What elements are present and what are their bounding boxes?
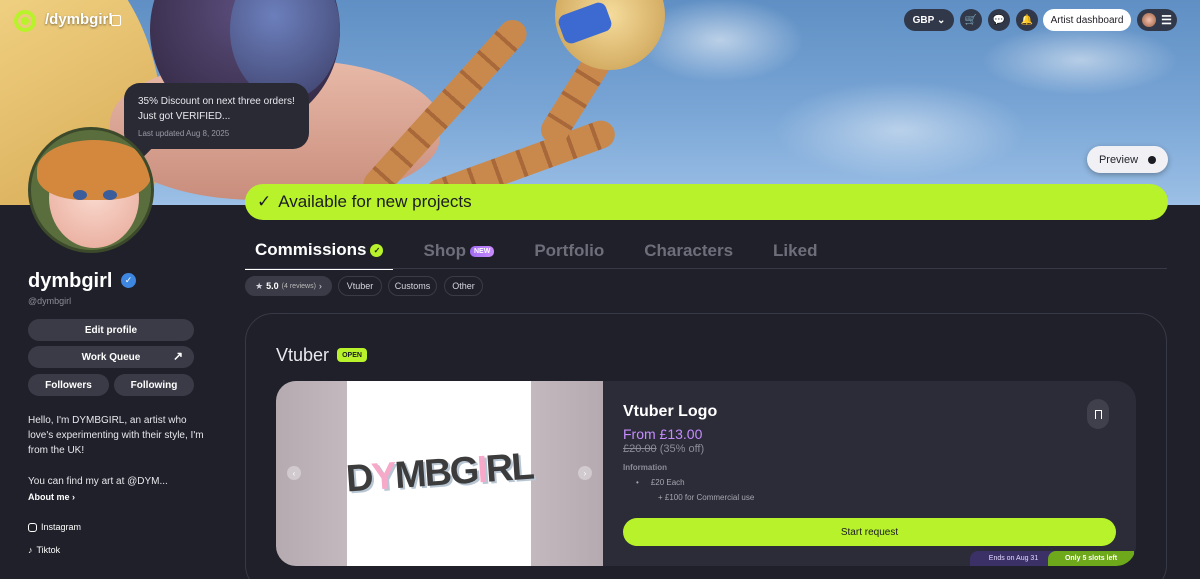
preview-label: Preview xyxy=(1098,153,1139,166)
user-menu-button[interactable]: ☰ xyxy=(1137,9,1177,31)
work-queue-label: Work Queue xyxy=(81,351,141,363)
tab-characters[interactable]: Characters xyxy=(634,240,743,270)
site-logo-icon[interactable] xyxy=(14,10,36,32)
dymbgirl-logo-artwork: DYMBGIRL xyxy=(344,445,534,501)
filter-chip-other[interactable]: Other xyxy=(444,276,483,296)
about-me-label: About me xyxy=(28,492,70,502)
tab-label: Commissions xyxy=(255,240,367,259)
list-item: £20 Each xyxy=(636,475,754,490)
card-old-price: £20.00 (35% off) xyxy=(623,443,704,455)
bookmark-button[interactable] xyxy=(1087,399,1109,429)
card-title: Vtuber Logo xyxy=(623,403,718,420)
availability-banner: ✓ Available for new projects xyxy=(245,184,1168,220)
work-queue-button[interactable]: Work Queue ↗ xyxy=(28,346,194,368)
start-request-button[interactable]: Start request xyxy=(623,518,1116,546)
rating-chip[interactable]: ★ 5.0 (4 reviews) › xyxy=(245,276,332,296)
tiktok-icon: ♪ xyxy=(28,545,33,555)
profile-avatar xyxy=(28,127,154,253)
card-image[interactable]: DYMBGIRL xyxy=(344,381,534,566)
chat-icon[interactable]: 💬 xyxy=(988,9,1010,31)
profile-handle: @dymbgirl xyxy=(28,296,72,306)
list-item: + £100 for Commercial use xyxy=(658,493,755,502)
external-arrow-icon: ↗ xyxy=(172,349,183,363)
info-label: Information xyxy=(623,463,667,472)
verified-icon: ✓ xyxy=(121,273,136,288)
about-me-link[interactable]: About me › xyxy=(28,492,75,502)
tiktok-link[interactable]: ♪ Tiktok xyxy=(28,545,60,555)
tab-label: Characters xyxy=(644,241,734,260)
instagram-icon xyxy=(28,522,37,532)
availability-text: Available for new projects xyxy=(278,192,472,211)
info-list: £20 Each + £100 for Commercial use xyxy=(636,475,754,505)
tabs-divider xyxy=(245,268,1167,269)
tab-label: Liked xyxy=(773,241,818,260)
copy-icon[interactable] xyxy=(111,15,121,26)
original-price: £20.00 xyxy=(623,443,657,455)
edit-profile-button[interactable]: Edit profile xyxy=(28,319,194,341)
page-handle: /dymbgirl xyxy=(45,11,113,28)
verified-check-icon: ✓ xyxy=(370,243,384,257)
profile-name: dymbgirl xyxy=(28,270,113,292)
card-price: From £13.00 xyxy=(623,426,703,442)
rating-value: 5.0 xyxy=(266,281,279,291)
bio-text-more: You can find my art at @DYM... xyxy=(28,476,168,487)
commission-card[interactable]: DYMBGIRL ‹ › Vtuber Logo From £13.00 £20… xyxy=(276,381,1136,566)
carousel-prev-icon[interactable]: ‹ xyxy=(287,466,301,480)
notification-bell-icon[interactable]: 🔔 xyxy=(1016,9,1038,31)
new-badge: NEW xyxy=(469,245,495,257)
section-title: Vtuber xyxy=(276,345,330,365)
status-updated: Last updated Aug 8, 2025 xyxy=(138,129,230,138)
currency-select[interactable]: GBP ⌄ xyxy=(904,9,954,31)
preview-dot-icon xyxy=(1148,155,1157,164)
artist-dashboard-button[interactable]: Artist dashboard xyxy=(1043,9,1131,31)
profile-tabs: Commissions ✓ Shop NEW Portfolio Charact… xyxy=(245,240,827,270)
currency-label: GBP xyxy=(912,14,935,26)
tab-label: Shop xyxy=(423,241,466,260)
bio-text: Hello, I'm DYMBGIRL, an artist who love'… xyxy=(28,415,204,456)
tab-label: Portfolio xyxy=(534,241,605,260)
following-button[interactable]: Following xyxy=(114,374,194,396)
check-icon: ✓ xyxy=(257,192,272,211)
filter-chip-vtuber[interactable]: Vtuber xyxy=(338,276,382,296)
open-badge: OPEN xyxy=(337,348,367,362)
ends-badge: Ends on Aug 31 xyxy=(970,551,1057,566)
user-avatar xyxy=(1142,13,1157,27)
review-count: (4 reviews) xyxy=(281,282,316,290)
tab-liked[interactable]: Liked xyxy=(763,240,827,270)
cart-icon[interactable]: 🛒 xyxy=(960,9,982,31)
star-icon: ★ xyxy=(255,280,264,291)
chevron-right-icon: › xyxy=(318,281,322,291)
menu-icon: ☰ xyxy=(1161,13,1172,27)
filter-chip-customs[interactable]: Customs xyxy=(388,276,437,296)
bookmark-icon xyxy=(1094,409,1102,419)
status-bubble[interactable]: 35% Discount on next three orders! Just … xyxy=(124,83,309,149)
tab-portfolio[interactable]: Portfolio xyxy=(524,240,614,270)
tab-shop[interactable]: Shop NEW xyxy=(413,240,504,270)
tiktok-label: Tiktok xyxy=(36,545,61,555)
slots-badge: Only 5 slots left xyxy=(1048,551,1134,566)
status-text: 35% Discount on next three orders! Just … xyxy=(138,96,295,122)
instagram-link[interactable]: Instagram xyxy=(28,522,81,532)
preview-button[interactable]: Preview xyxy=(1087,146,1168,173)
discount-label: (35% off) xyxy=(659,443,705,455)
carousel-next-icon[interactable]: › xyxy=(578,466,592,480)
followers-button[interactable]: Followers xyxy=(28,374,109,396)
tab-commissions[interactable]: Commissions ✓ xyxy=(245,240,394,270)
instagram-label: Instagram xyxy=(41,522,82,532)
